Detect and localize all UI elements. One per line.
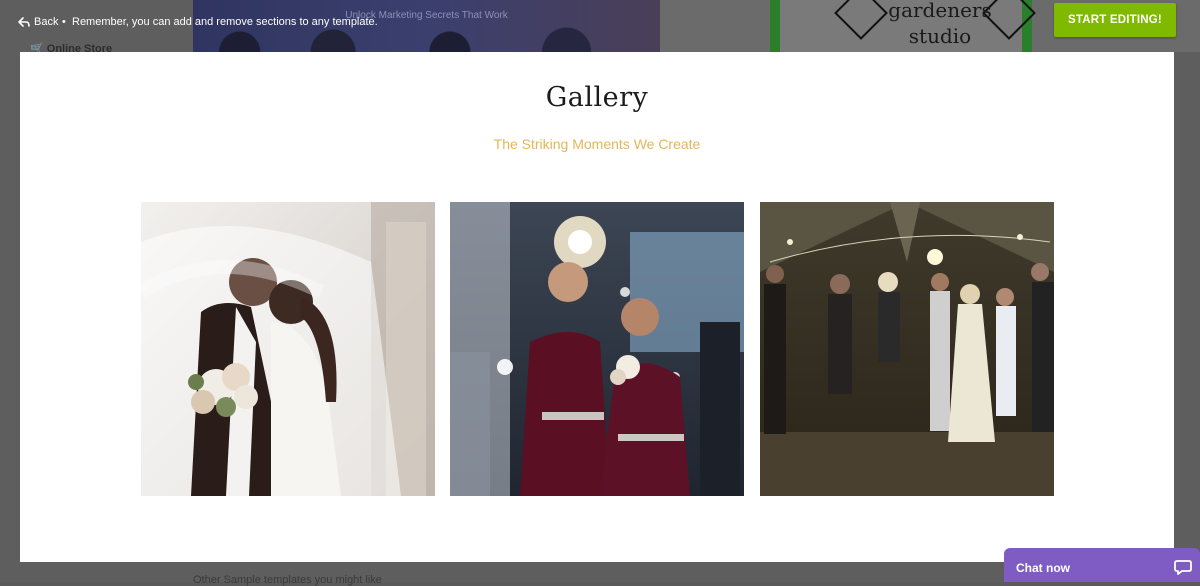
back-label: Back (34, 16, 59, 28)
topbar-separator: • (62, 16, 66, 28)
start-editing-button[interactable]: START EDITING! (1054, 3, 1176, 37)
preview-modal: Gallery The Striking Moments We Create (20, 52, 1174, 562)
template-hint-message: Remember, you can add and remove section… (72, 16, 378, 28)
dance-tent-party-photo (760, 202, 1054, 496)
chat-now-widget[interactable]: Chat now (1004, 548, 1200, 582)
chat-bubble-icon (1174, 560, 1192, 575)
bridesmaids-sparklers-photo (450, 202, 744, 496)
back-button[interactable]: Back (18, 16, 58, 28)
chat-now-label: Chat now (1016, 561, 1070, 575)
gallery-subtitle: The Striking Moments We Create (493, 136, 701, 152)
background-footer-text: Other Sample templates you might like (193, 574, 382, 586)
sign-line-1: gardeners (888, 0, 992, 22)
sign-line-2: studio (908, 24, 972, 48)
sign-text: gardeners studio (880, 0, 1000, 46)
back-arrow-icon (18, 17, 30, 27)
wedding-couple-photo (141, 202, 435, 496)
gallery-title: Gallery (545, 82, 649, 113)
